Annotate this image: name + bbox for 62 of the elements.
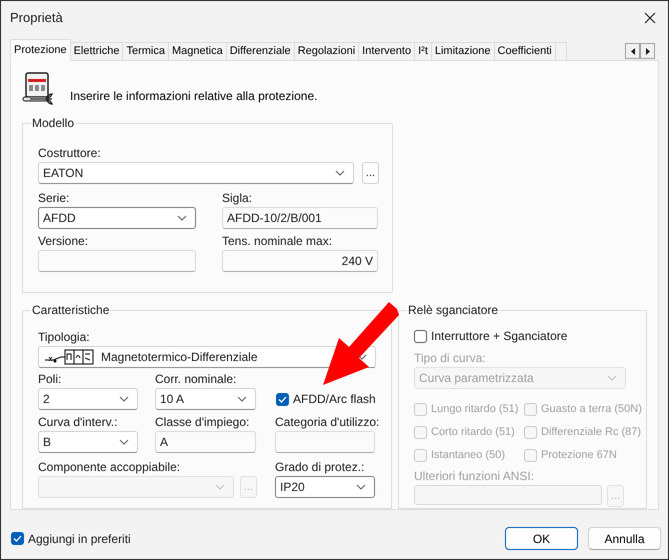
browse-button[interactable]: ...	[362, 162, 379, 184]
dialog-button[interactable]: Annulla	[588, 527, 661, 550]
chevron-down-icon	[237, 396, 247, 402]
dropdown[interactable]: AFDD	[38, 207, 196, 229]
text-field[interactable]	[414, 485, 602, 505]
chevron-down-icon	[215, 484, 225, 490]
field-label: Curva d'interv.:	[38, 414, 118, 431]
checkbox-label: Differenziale Rc (87)	[541, 424, 642, 440]
field-label: Ulteriori funzioni ANSI:	[414, 468, 536, 485]
checkbox-label: Corto ritardo (51)	[431, 424, 515, 440]
field-label: Costruttore:	[38, 145, 102, 162]
checkbox[interactable]	[11, 532, 24, 545]
dropdown[interactable]: B	[38, 431, 138, 453]
field-label: Poli:	[38, 371, 62, 388]
text-field[interactable]: 240 V	[222, 250, 378, 272]
chevron-down-icon	[356, 484, 366, 490]
field-label: Sigla:	[222, 190, 254, 207]
field-label: Tipologia:	[38, 329, 91, 346]
checkbox-label: Lungo ritardo (51)	[431, 402, 518, 417]
dropdown[interactable]: 10 A	[155, 388, 256, 410]
field-label: Versione:	[38, 233, 90, 250]
checkmark-icon	[278, 396, 287, 402]
dropdown[interactable]: IP20	[275, 476, 375, 498]
tab[interactable]: Protezione	[10, 39, 71, 61]
window-title: Proprietà	[10, 9, 63, 28]
chevron-down-icon	[177, 215, 187, 221]
field-label: Tipo di curva:	[414, 350, 487, 367]
scroll-right-button[interactable]	[640, 43, 655, 59]
triangle-right-icon	[646, 48, 650, 54]
text-field[interactable]: A	[155, 431, 256, 453]
close-icon[interactable]	[644, 12, 656, 24]
chevron-down-icon	[607, 375, 617, 381]
chevron-down-icon	[119, 439, 129, 445]
dialog-button[interactable]: OK	[505, 527, 578, 550]
dropdown[interactable]: 2	[38, 388, 138, 410]
field-label: Corr. nominale:	[155, 371, 238, 388]
chevron-down-icon	[119, 396, 129, 402]
scroll-left-button[interactable]	[625, 43, 640, 59]
group-title: Relè sganciatore	[407, 302, 500, 318]
text-field[interactable]	[38, 250, 196, 272]
checkbox-label: Protezione 67N	[541, 448, 617, 463]
checkbox[interactable]	[414, 330, 427, 342]
chevron-down-icon	[335, 170, 345, 176]
checkmark-icon	[13, 535, 22, 542]
checkbox[interactable]	[276, 392, 289, 406]
intro-text: Inserire le informazioni relative alla protezione.	[70, 88, 318, 105]
checkbox-label: Aggiungi in preferiti	[28, 530, 131, 548]
field-label: Tens. nominale max:	[222, 233, 334, 250]
field-label: Serie:	[38, 190, 70, 207]
field-label: Categoria d'utilizzo:	[275, 414, 376, 431]
checkbox-label: AFDD/Arc flash	[293, 391, 376, 408]
triangle-left-icon	[630, 48, 634, 54]
dropdown[interactable]: EATON	[38, 162, 354, 184]
checkbox-label: Guasto a terra (50N)	[541, 402, 642, 417]
text-field[interactable]	[275, 431, 375, 453]
text-field[interactable]: AFDD-10/2/B/001	[222, 207, 378, 229]
field-label: Componente accoppiabile:	[38, 459, 182, 476]
field-label: Grado di protez.:	[275, 459, 366, 476]
field-label: Classe d'impiego:	[155, 414, 250, 431]
checkbox-label: Istantaneo (50)	[431, 448, 505, 463]
checkbox-label: Interruttore + Sganciatore	[431, 328, 568, 345]
dropdown[interactable]: Magnetotermico-Differenziale	[38, 346, 376, 368]
